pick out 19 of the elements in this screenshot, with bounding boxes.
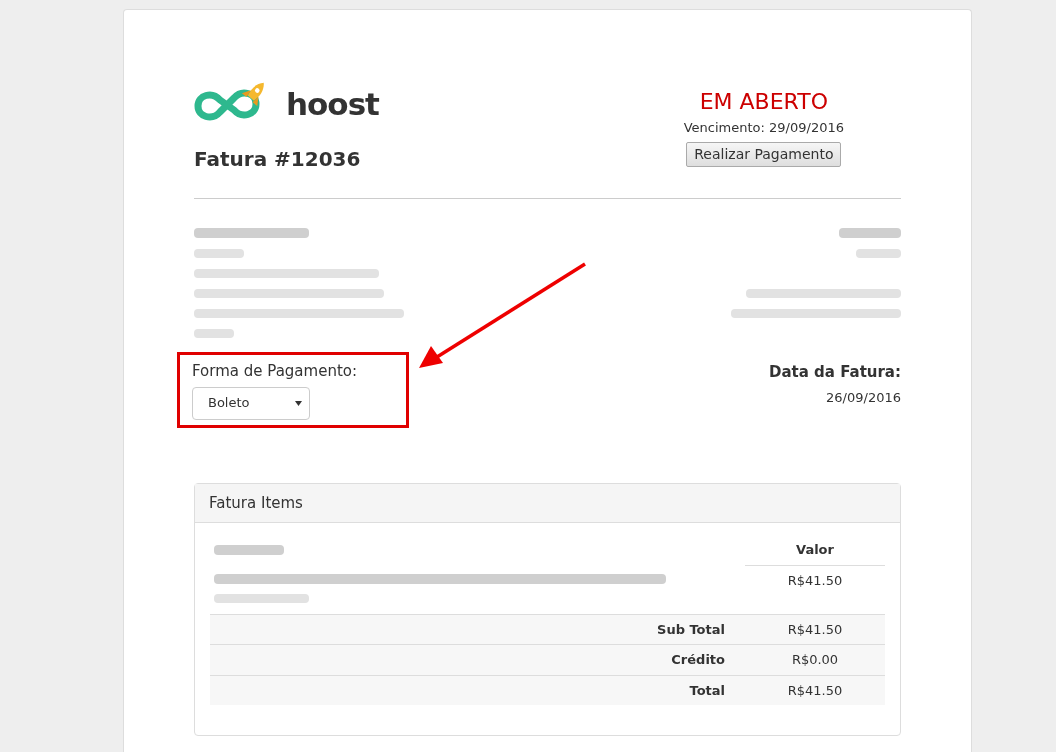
total-label: Total	[689, 682, 725, 698]
invoice-date: 26/09/2016	[825, 388, 901, 407]
due-date: Vencimento: 29/09/2016	[683, 119, 844, 138]
panel-title: Fatura Items	[195, 483, 900, 523]
payment-method-select[interactable]: Boleto	[192, 386, 310, 420]
pay-button[interactable]: Realizar Pagamento	[686, 141, 842, 167]
total-value: R$0.00	[790, 651, 840, 669]
invoice-date-label: Data da Fatura:	[768, 362, 901, 383]
status-label: EM ABERTO	[698, 90, 830, 115]
payment-method-label: Forma de Pagamento:	[192, 361, 358, 382]
total-label: Crédito	[671, 652, 725, 667]
logo-text: hoost	[286, 88, 379, 120]
total-value: R$41.50	[786, 620, 844, 639]
column-header: Valor	[745, 535, 885, 566]
invoice-title: Fatura #12036	[194, 146, 362, 173]
caret-icon	[295, 400, 302, 406]
total-label: Sub Total	[657, 621, 725, 637]
total-value: R$41.50	[786, 681, 844, 700]
item-value: R$41.50	[786, 571, 844, 590]
